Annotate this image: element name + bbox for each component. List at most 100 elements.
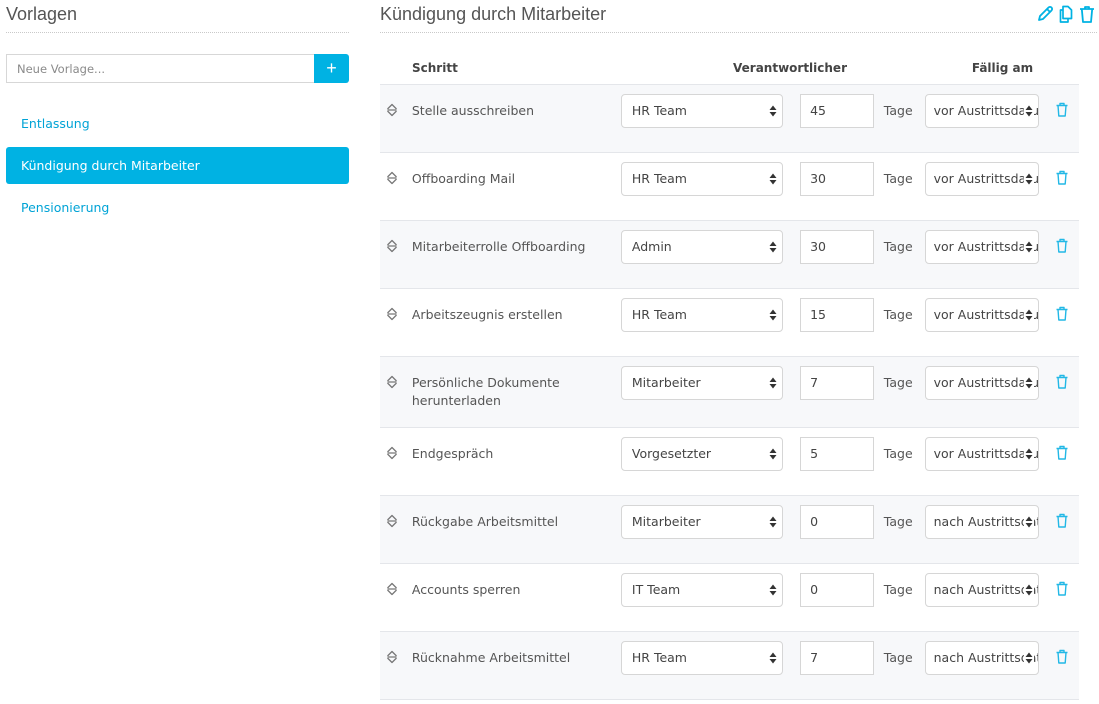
table-row: Persönliche Dokumente herunterladen Mitar… [380,357,1079,428]
responsible-select[interactable]: HR Team [620,162,784,196]
due-relation-select[interactable]: vor Austrittsdatum [924,162,1040,196]
responsible-select-value: Mitarbeiter [631,514,701,529]
add-template-button[interactable]: + [314,54,349,83]
detail-title: Kündigung durch Mitarbeiter [380,4,607,24]
step-name: Rückgabe Arbeitsmittel [411,514,559,529]
drag-handle-icon[interactable] [380,230,412,257]
select-arrows-icon [768,642,779,674]
drag-handle-icon[interactable] [380,94,412,121]
trash-icon[interactable] [1077,4,1097,24]
step-name: Stelle ausschreiben [411,103,534,118]
responsible-select[interactable]: Mitarbeiter [620,366,784,400]
delete-step-trash-icon[interactable] [1039,366,1079,393]
steps-table: Schritt Verantwortlicher Fällig am Stell… [380,61,1079,700]
due-relation-select[interactable]: vor Austrittsdatum [924,298,1040,332]
pencil-icon[interactable] [1035,4,1055,24]
due-relation-select[interactable]: nach Austrittsdatum [924,505,1040,539]
step-name: Rücknahme Arbeitsmittel [411,650,571,665]
drag-handle-icon[interactable] [380,298,412,325]
days-input[interactable]: 0 [800,505,874,539]
days-input[interactable]: 45 [800,94,874,128]
step-name: Mitarbeiterrolle Offboarding [411,239,586,254]
detail-actions [1035,0,1097,24]
days-unit-label: Tage [883,446,913,461]
column-header-responsible: Verantwortlicher [733,61,847,75]
table-body: Stelle ausschreiben HR Team 45 Tage vor Aust… [380,85,1079,700]
responsible-select[interactable]: Admin [620,230,784,264]
select-arrows-icon [1024,438,1035,470]
new-template-input[interactable] [6,54,314,83]
delete-step-trash-icon[interactable] [1039,298,1079,325]
column-header-due: Fällig am [971,61,1034,75]
days-input[interactable]: 15 [800,298,874,332]
table-row: Rückgabe Arbeitsmittel Mitarbeiter 0 Tage na… [380,496,1079,564]
drag-handle-icon[interactable] [380,162,412,189]
select-arrows-icon [1024,163,1035,195]
responsible-select-value: HR Team [631,171,687,186]
table-row: Mitarbeiterrolle Offboarding Admin 30 Tage v… [380,221,1079,289]
due-relation-select[interactable]: nach Austrittsdatum [924,641,1040,675]
drag-handle-icon[interactable] [380,437,412,464]
days-input[interactable]: 5 [800,437,874,471]
days-unit-label: Tage [883,239,913,254]
select-arrows-icon [768,367,779,399]
days-input[interactable]: 7 [800,366,874,400]
days-input[interactable]: 30 [800,230,874,264]
delete-step-trash-icon[interactable] [1039,505,1079,532]
days-unit-label: Tage [883,171,913,186]
responsible-select-value: Mitarbeiter [631,375,701,390]
detail-header: Kündigung durch Mitarbeiter [380,0,1097,33]
delete-step-trash-icon[interactable] [1039,162,1079,189]
responsible-select[interactable]: Vorgesetzter [620,437,784,471]
step-name: Offboarding Mail [411,171,516,186]
column-header-step: Schritt [412,61,458,75]
responsible-select[interactable]: HR Team [620,298,784,332]
responsible-select[interactable]: IT Team [620,573,784,607]
days-input[interactable]: 0 [800,573,874,607]
delete-step-trash-icon[interactable] [1039,230,1079,257]
days-unit-label: Tage [883,307,913,322]
responsible-select-value: HR Team [631,650,687,665]
drag-handle-icon[interactable] [380,505,412,532]
due-relation-select[interactable]: nach Austrittsdatum [924,573,1040,607]
table-row: Stelle ausschreiben HR Team 45 Tage vor Aust… [380,85,1079,153]
templates-sidebar: Vorlagen + Entlassung Kündigung durch Mit… [6,0,349,231]
responsible-select[interactable]: HR Team [620,641,784,675]
days-input[interactable]: 7 [800,641,874,675]
drag-handle-icon[interactable] [380,641,412,668]
select-arrows-icon [768,574,779,606]
select-arrows-icon [1024,367,1035,399]
select-arrows-icon [1024,506,1035,538]
template-item[interactable]: Pensionierung [6,189,349,226]
delete-step-trash-icon[interactable] [1039,437,1079,464]
drag-handle-icon[interactable] [380,366,412,393]
due-relation-select[interactable]: vor Austrittsdatum [924,437,1040,471]
select-arrows-icon [1024,231,1035,263]
select-arrows-icon [768,163,779,195]
delete-step-trash-icon[interactable] [1039,573,1079,600]
select-arrows-icon [1024,574,1035,606]
due-relation-select[interactable]: vor Austrittsdatum [924,230,1040,264]
table-header: Schritt Verantwortlicher Fällig am [380,61,1079,85]
responsible-select-value: Admin [631,239,672,254]
step-name: Endgespräch [411,446,494,461]
drag-handle-icon[interactable] [380,573,412,600]
select-arrows-icon [1024,642,1035,674]
step-name: Persönliche Dokumente herunterladen [411,375,560,408]
days-input[interactable]: 30 [800,162,874,196]
due-relation-select[interactable]: vor Austrittsdatum [924,366,1040,400]
delete-step-trash-icon[interactable] [1039,641,1079,668]
template-item[interactable]: Kündigung durch Mitarbeiter [6,147,349,184]
responsible-select[interactable]: HR Team [620,94,784,128]
days-unit-label: Tage [883,375,913,390]
template-item[interactable]: Entlassung [6,105,349,142]
days-unit-label: Tage [883,582,913,597]
table-row: Accounts sperren IT Team 0 Tage nach Austrit… [380,564,1079,632]
due-relation-select[interactable]: vor Austrittsdatum [924,94,1040,128]
table-row: Rücknahme Arbeitsmittel HR Team 7 Tage nach … [380,632,1079,700]
days-unit-label: Tage [883,514,913,529]
copy-icon[interactable] [1056,4,1076,24]
days-unit-label: Tage [883,650,913,665]
delete-step-trash-icon[interactable] [1039,94,1079,121]
responsible-select[interactable]: Mitarbeiter [620,505,784,539]
